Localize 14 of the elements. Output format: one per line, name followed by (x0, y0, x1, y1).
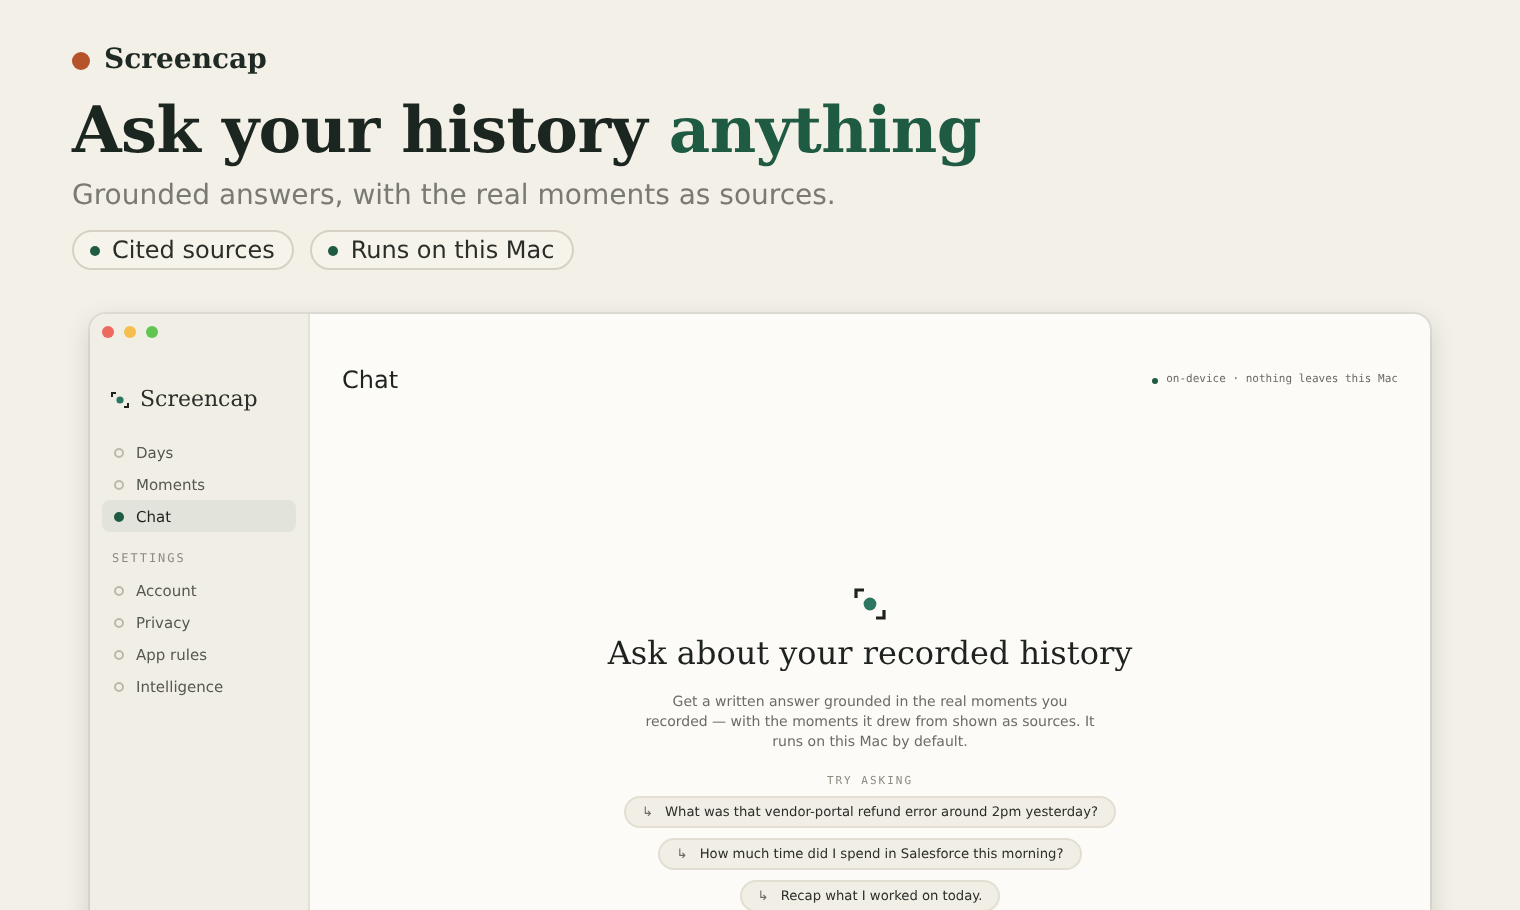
page-title: Chat (342, 366, 399, 394)
zoom-icon[interactable] (146, 326, 158, 338)
brand-name: Screencap (104, 44, 267, 76)
minimize-icon[interactable] (124, 326, 136, 338)
subtitle: Grounded answers, with the real moments as sources. (72, 180, 838, 212)
feature-chip: Runs on this Mac (310, 230, 575, 270)
brand-dot-icon (72, 51, 90, 69)
feature-chip: Cited sources (72, 230, 295, 270)
close-icon[interactable] (102, 326, 114, 338)
logo-icon (110, 389, 130, 409)
headline: Ask your history anything (72, 92, 983, 168)
empty-title: Ask about your recorded history (607, 634, 1133, 672)
app-title: Screencap (140, 386, 258, 412)
capture-icon (852, 586, 888, 622)
